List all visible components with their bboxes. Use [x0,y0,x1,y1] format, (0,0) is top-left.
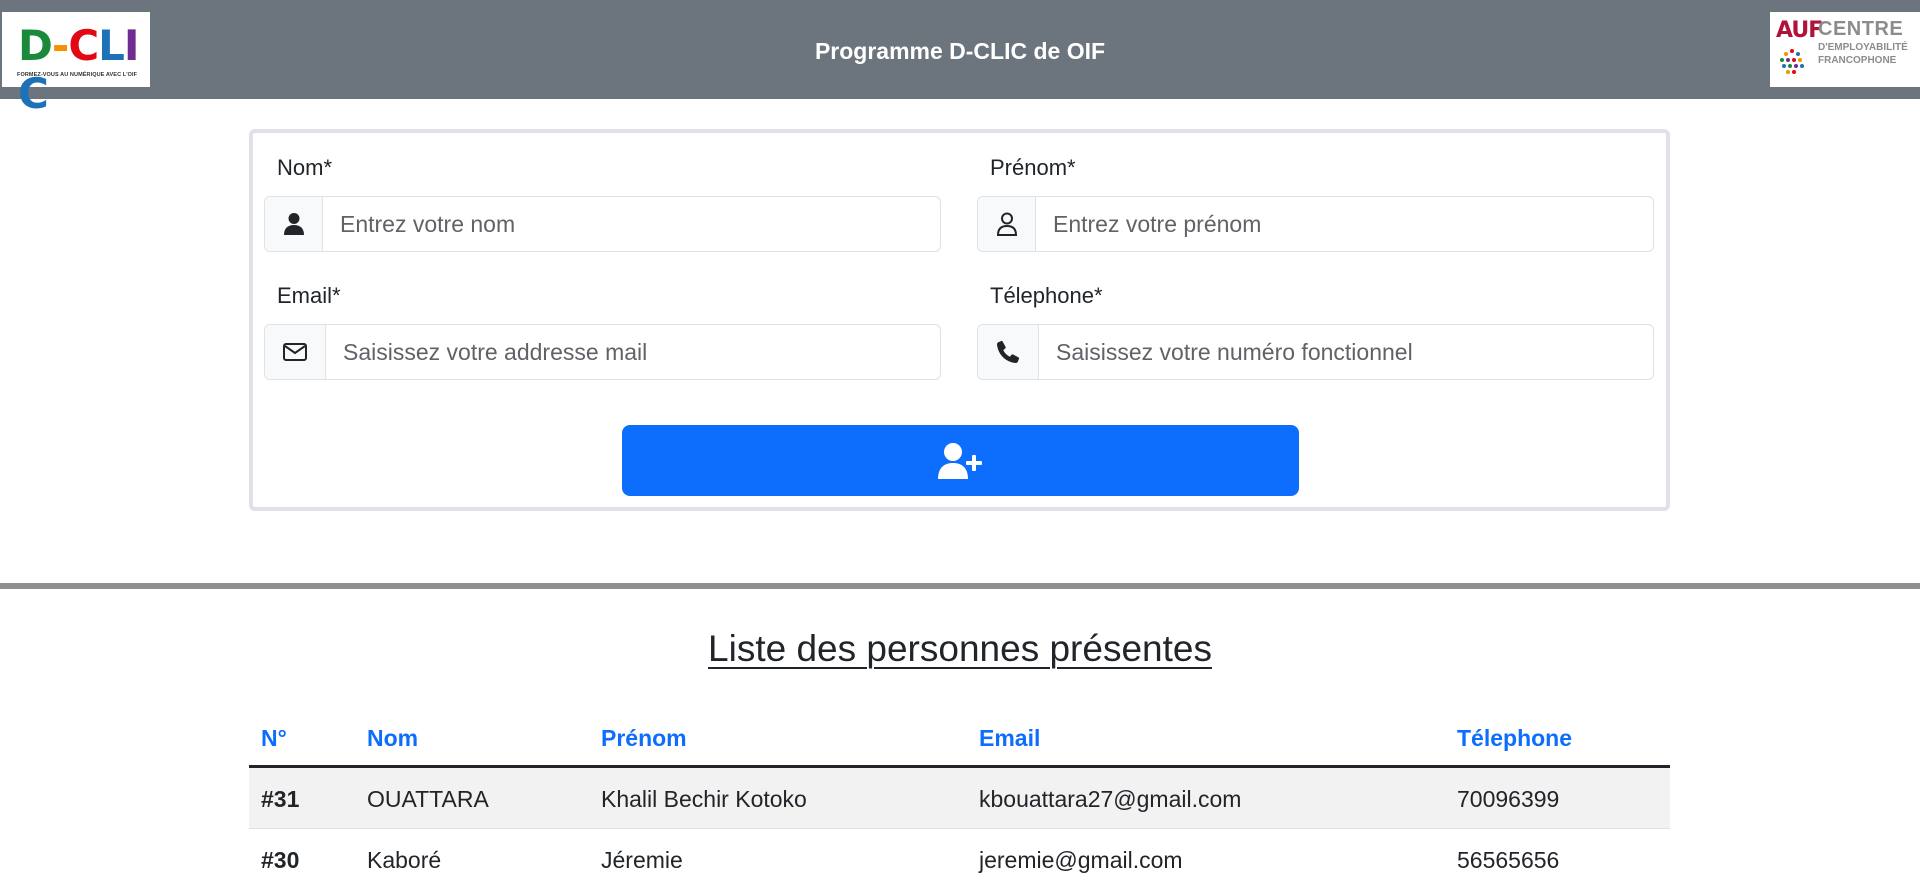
row-number: #30 [261,847,300,873]
table-row: #31 OUATTARA Khalil Bechir Kotoko kbouat… [249,768,1670,829]
email-input-group [264,324,941,380]
prenom-input-group [977,196,1654,252]
row-email: kbouattara27@gmail.com [979,786,1242,812]
table-header: N° Nom Prénom Email Télephone [249,712,1670,768]
auf-logo-brand: AUF [1776,18,1823,43]
column-header-email: Email [979,725,1041,751]
auf-logo: AUF CENTRE D'EMPLOYABILITÉ FRANCOPHONE [1770,12,1920,87]
nom-input-group [264,196,941,252]
add-person-button[interactable] [622,425,1299,496]
user-solid-icon [265,197,323,251]
page-title: Programme D-CLIC de OIF [814,38,1106,64]
prenom-input[interactable] [1036,197,1653,251]
row-number: #31 [261,786,300,812]
auf-logo-line3: FRANCOPHONE [1818,55,1897,66]
dclic-logo-tagline: FORMEZ-VOUS AU NUMÉRIQUE AVEC L'OIF [17,72,138,78]
registration-form: Nom* Prénom* Email* Télephone* [249,129,1670,511]
page-header: D-CLIC FORMEZ-VOUS AU NUMÉRIQUE AVEC L'O… [0,0,1920,118]
row-telephone: 56565656 [1457,847,1560,873]
auf-logo-line2: D'EMPLOYABILITÉ [1818,42,1908,53]
row-telephone: 70096399 [1457,786,1560,812]
row-email: jeremie@gmail.com [979,847,1183,873]
nom-label: Nom* [277,155,333,180]
list-title: Liste des personnes présentes [708,628,1212,669]
email-input[interactable] [326,325,940,379]
row-nom: Kaboré [367,847,442,873]
telephone-input[interactable] [1039,325,1653,379]
user-outline-icon [978,197,1036,251]
column-header-nom: Nom [367,725,419,751]
phone-icon [978,325,1039,379]
people-table: N° Nom Prénom Email Télephone #31 OUATTA… [249,712,1670,882]
table-row: #30 Kaboré Jéremie jeremie@gmail.com 565… [249,829,1670,882]
nom-input[interactable] [323,197,940,251]
user-plus-icon [937,442,982,479]
auf-dots-icon [1780,49,1804,74]
envelope-icon [265,325,326,379]
telephone-input-group [977,324,1654,380]
row-prenom: Jéremie [601,847,683,873]
auf-logo-line1: CENTRE [1818,18,1904,40]
section-divider [0,583,1920,589]
email-label: Email* [277,283,341,308]
column-header-telephone: Télephone [1457,725,1573,751]
prenom-label: Prénom* [990,155,1076,180]
row-nom: OUATTARA [367,786,489,812]
column-header-num: N° [261,725,287,751]
column-header-prenom: Prénom [601,725,687,751]
telephone-label: Télephone* [990,283,1103,308]
row-prenom: Khalil Bechir Kotoko [601,786,807,812]
